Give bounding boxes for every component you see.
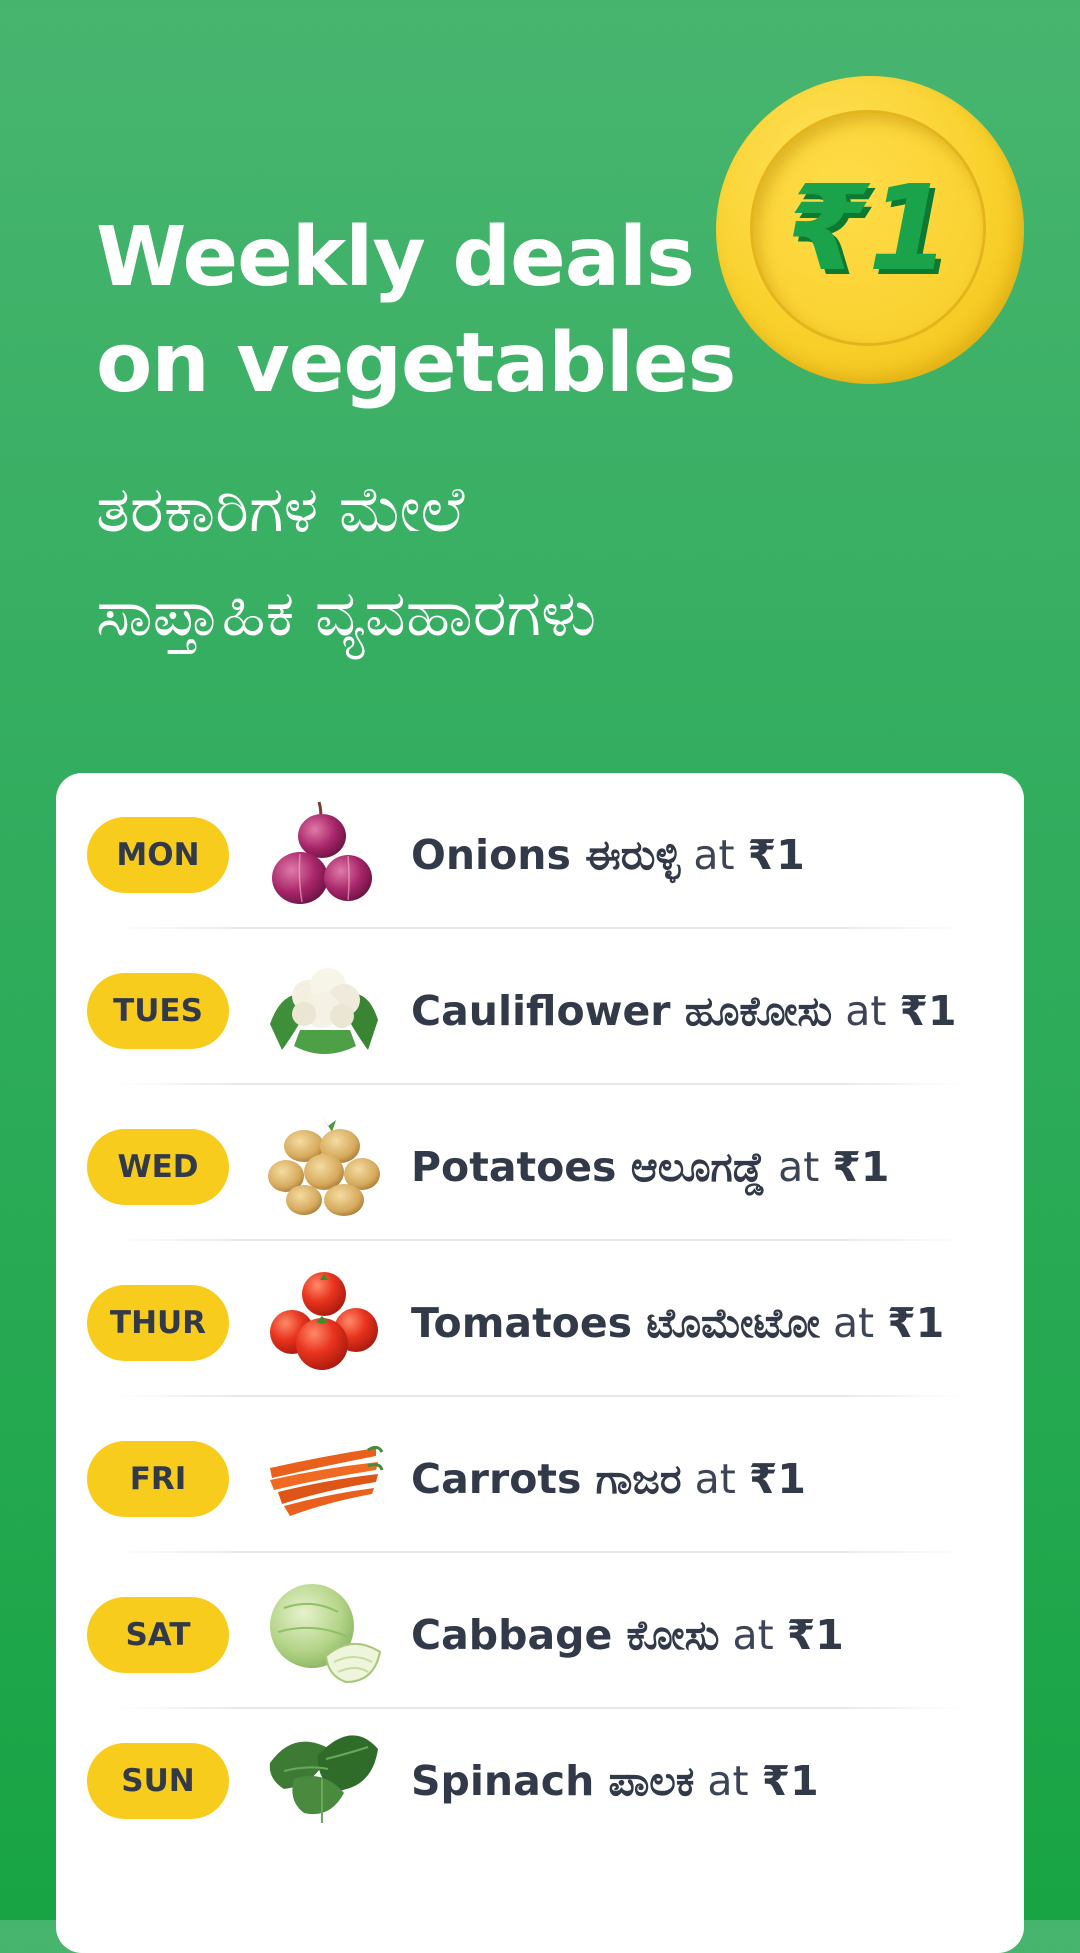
cauliflower-icon — [270, 968, 378, 1054]
deal-row-fri[interactable]: FRI Carrots ಗಾಜರ at ₹1 — [56, 1397, 1024, 1553]
deal-label: Carrots ಗಾಜರ at ₹1 — [411, 1447, 806, 1511]
vegetable-name: Potatoes ಆಲೂಗಡ್ಡೆ — [411, 1143, 766, 1191]
vegetable-name: Cauliflower ಹೂಕೋಸು — [411, 987, 833, 1035]
carrot-icon — [270, 1445, 384, 1516]
deals-card: MON Onions ಈರುಳ್ಳಿ at ₹1 TUES Cauliflowe… — [56, 773, 1024, 1953]
deal-price: ₹1 — [887, 1299, 945, 1347]
deal-row-sat[interactable]: SAT Cabbage ಕೋಸು at ₹1 — [56, 1553, 1024, 1709]
deal-row-mon[interactable]: MON Onions ಈರುಳ್ಳಿ at ₹1 — [56, 773, 1024, 929]
vegetable-name: Spinach ಪಾಲಕ — [411, 1757, 695, 1805]
day-badge: MON — [87, 817, 229, 893]
at-text: at — [845, 987, 887, 1035]
day-badge: THUR — [87, 1285, 229, 1361]
deal-label: Cauliflower ಹೂಕೋಸು at ₹1 — [411, 979, 957, 1043]
day-badge: SUN — [87, 1743, 229, 1819]
at-text: at — [832, 1299, 875, 1347]
onion-icon — [272, 801, 372, 904]
vegetable-name: Carrots ಗಾಜರ — [411, 1455, 682, 1503]
deal-price: ₹1 — [786, 1611, 844, 1659]
deal-row-thur[interactable]: THUR Tomatoes ಟೊಮೇಟೋ at ₹1 — [56, 1241, 1024, 1397]
tomato-icon — [270, 1272, 378, 1370]
at-text: at — [732, 1611, 774, 1659]
spinach-icon — [269, 1735, 378, 1823]
deal-label: Potatoes ಆಲೂಗಡ್ಡೆ at ₹1 — [411, 1135, 889, 1199]
vegetable-name: Cabbage ಕೋಸು — [411, 1611, 720, 1659]
deal-price: ₹1 — [747, 831, 805, 879]
kannada-headline-line-1: ತರಕಾರಿಗಳ ಮೇಲೆ — [96, 473, 465, 547]
day-badge: SAT — [87, 1597, 229, 1673]
deal-row-sun[interactable]: SUN Spinach ಪಾಲಕ at ₹1 — [56, 1709, 1024, 1865]
deal-price: ₹1 — [832, 1143, 890, 1191]
vegetable-name: Onions ಈರುಳ್ಳಿ — [411, 831, 681, 879]
headline-line-1: Weekly deals — [96, 210, 695, 305]
deal-row-wed[interactable]: WED Potatoes ಆಲೂಗಡ್ಡೆ at ₹1 — [56, 1085, 1024, 1241]
at-text: at — [707, 1757, 749, 1805]
deal-label: Tomatoes ಟೊಮೇಟೋ at ₹1 — [411, 1291, 944, 1355]
vegetable-name: Tomatoes ಟೊಮೇಟೋ — [411, 1299, 820, 1347]
coin-price-text: ₹1 — [785, 159, 951, 297]
deal-row-tues[interactable]: TUES Cauliflower ಹೂಕೋಸು at ₹1 — [56, 929, 1024, 1085]
deal-label: Cabbage ಕೋಸು at ₹1 — [411, 1603, 844, 1667]
deal-price: ₹1 — [761, 1757, 819, 1805]
potato-icon — [268, 1116, 380, 1216]
at-text: at — [778, 1143, 820, 1191]
deal-price: ₹1 — [748, 1455, 806, 1503]
headline: Weekly deals on vegetables — [96, 205, 736, 417]
headline-line-2: on vegetables — [96, 316, 736, 411]
deal-label: Spinach ಪಾಲಕ at ₹1 — [411, 1749, 819, 1813]
day-badge: WED — [87, 1129, 229, 1205]
at-text: at — [694, 1455, 736, 1503]
deal-label: Onions ಈರುಳ್ಳಿ at ₹1 — [411, 823, 805, 887]
kannada-headline: ತರಕಾರಿಗಳ ಮೇಲೆ ಸಾಪ್ತಾಹಿಕ ವ್ಯವಹಾರಗಳು — [96, 458, 596, 666]
deal-price: ₹1 — [899, 987, 957, 1035]
day-badge: TUES — [87, 973, 229, 1049]
at-text: at — [693, 831, 735, 879]
kannada-headline-line-2: ಸಾಪ್ತಾಹಿಕ ವ್ಯವಹಾರಗಳು — [96, 577, 597, 651]
coin-face: ₹1 — [750, 110, 986, 346]
rupee-coin-icon: ₹1 — [716, 76, 1024, 384]
cabbage-icon — [270, 1584, 382, 1684]
day-badge: FRI — [87, 1441, 229, 1517]
